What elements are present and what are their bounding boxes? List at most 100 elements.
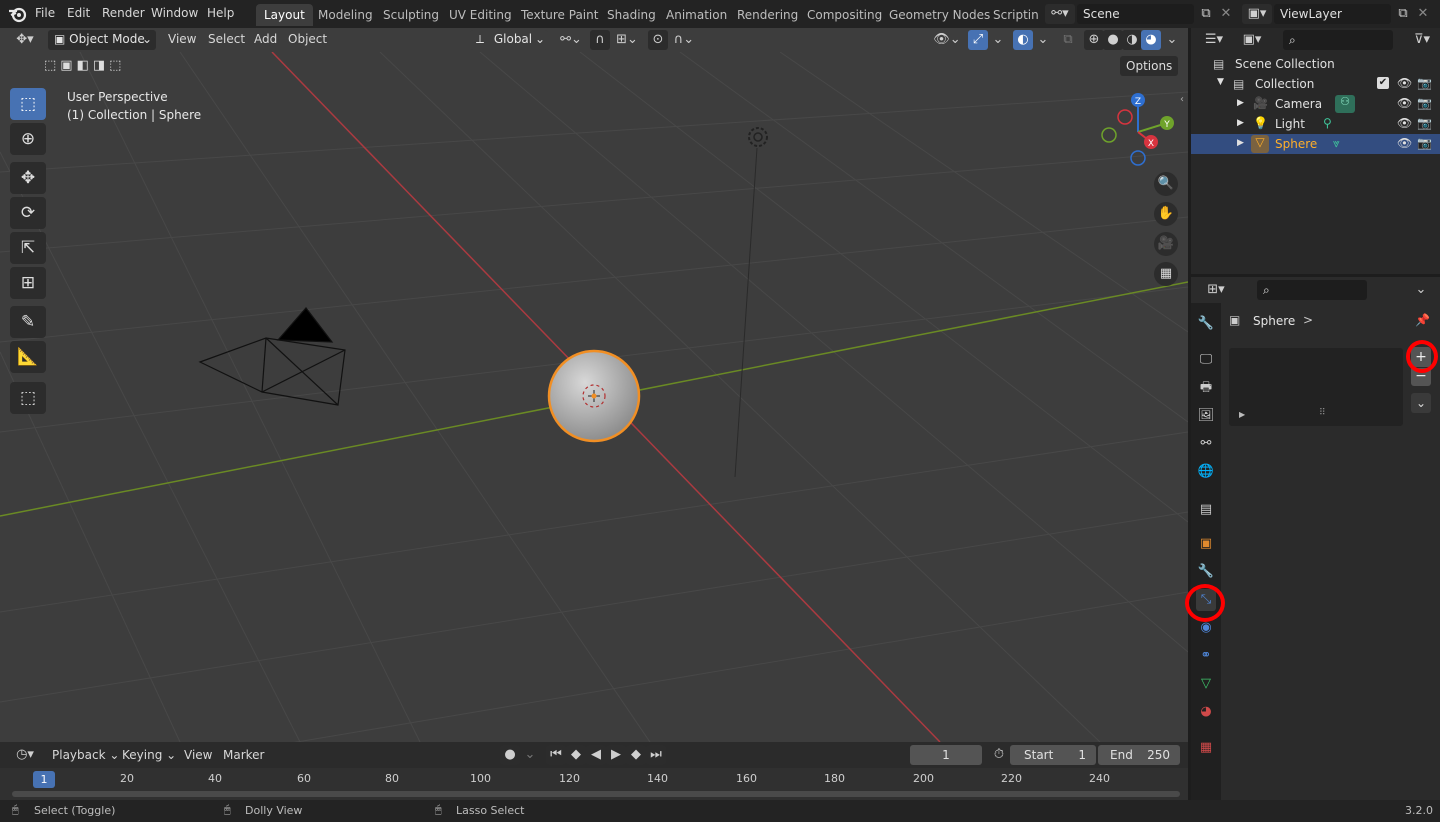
- editor-type-icon[interactable]: ✥▾: [10, 30, 40, 50]
- material-preview-icon[interactable]: ◑: [1122, 30, 1142, 50]
- play-icon[interactable]: ▶: [606, 745, 626, 765]
- timeline-view-menu[interactable]: View: [184, 748, 212, 762]
- ortho-toggle-icon[interactable]: ▦: [1154, 262, 1178, 286]
- record-keyframe-icon[interactable]: ●: [500, 745, 520, 765]
- pin-icon[interactable]: 📌: [1415, 313, 1430, 327]
- display-mode-icon[interactable]: ▣▾: [1237, 30, 1267, 50]
- viewlayer-name-field[interactable]: ViewLayer: [1274, 4, 1391, 24]
- timeline-scrollbar[interactable]: [12, 791, 1180, 797]
- specials-menu-icon[interactable]: ⌄: [1411, 393, 1431, 413]
- rotate-tool-icon[interactable]: ⟳: [10, 197, 46, 229]
- tab-scripting[interactable]: Scripting: [985, 4, 1039, 26]
- navigation-gizmo[interactable]: Z Y X: [1096, 90, 1180, 174]
- marker-menu[interactable]: Marker: [223, 748, 264, 762]
- checkbox-icon[interactable]: ✔: [1377, 77, 1389, 89]
- play-reverse-icon[interactable]: ◀: [586, 745, 606, 765]
- world-tab-icon[interactable]: 🌐: [1196, 461, 1216, 483]
- tab-texture-paint[interactable]: Texture Paint: [513, 4, 606, 26]
- pan-hand-icon[interactable]: ✋: [1154, 202, 1178, 226]
- jump-end-icon[interactable]: ⏭: [646, 745, 666, 765]
- falloff-icon[interactable]: ∩⌄: [670, 30, 698, 50]
- collection-tab-icon[interactable]: ▤: [1196, 499, 1216, 521]
- delete-viewlayer-icon[interactable]: ✕: [1413, 4, 1433, 24]
- scene-tab-icon[interactable]: ⚯: [1196, 433, 1216, 455]
- camera-render-icon[interactable]: 📷: [1417, 96, 1432, 110]
- outliner-scene-collection[interactable]: ▤ Scene Collection: [1191, 54, 1440, 74]
- current-frame-field[interactable]: 1: [910, 745, 982, 765]
- options-button[interactable]: Options: [1120, 56, 1179, 76]
- outliner-item-camera[interactable]: ▶ 🎥 Camera ⚇ 👁 📷: [1191, 94, 1440, 114]
- tool-tab-icon[interactable]: 🔧: [1196, 313, 1216, 335]
- next-keyframe-icon[interactable]: ◆: [626, 745, 646, 765]
- new-viewlayer-icon[interactable]: ⧉: [1393, 4, 1413, 24]
- modifier-tab-icon[interactable]: 🔧: [1196, 561, 1216, 583]
- measure-tool-icon[interactable]: 📐: [10, 341, 46, 373]
- rendered-shading-icon[interactable]: ◕: [1141, 30, 1161, 50]
- properties-options-icon[interactable]: ⌄: [1411, 280, 1431, 300]
- tab-compositing[interactable]: Compositing: [799, 4, 890, 26]
- solid-shading-icon[interactable]: ●: [1103, 30, 1123, 50]
- visibility-icon[interactable]: 👁⌄: [932, 30, 962, 50]
- object-tab-icon[interactable]: ▣: [1196, 533, 1216, 555]
- mesh-data-tab-icon[interactable]: ▽: [1196, 673, 1216, 695]
- 3d-viewport[interactable]: ⬚▣◧◨⬚ Options User Perspective (1) Colle…: [0, 52, 1188, 742]
- tab-modeling[interactable]: Modeling: [310, 4, 381, 26]
- collapse-sidebar-icon[interactable]: ‹: [1180, 94, 1184, 105]
- delete-scene-icon[interactable]: ✕: [1216, 4, 1236, 24]
- list-expand-icon[interactable]: ▶: [1239, 410, 1245, 419]
- keying-set-icon[interactable]: ⌄: [520, 745, 540, 765]
- menu-edit[interactable]: Edit: [67, 6, 90, 20]
- add-menu[interactable]: Add: [254, 32, 277, 46]
- proportional-editing-icon[interactable]: ⊙: [648, 30, 668, 50]
- transform-tool-icon[interactable]: ⊞: [10, 267, 46, 299]
- select-box-mode-icons[interactable]: ⬚▣◧◨⬚: [44, 58, 140, 76]
- light-data-icon[interactable]: ⚲: [1323, 116, 1332, 130]
- texture-tab-icon[interactable]: ▦: [1196, 737, 1216, 759]
- menu-render[interactable]: Render: [102, 6, 145, 20]
- camera-data-icon[interactable]: ⚇: [1335, 95, 1355, 113]
- keying-menu[interactable]: Keying ⌄: [122, 748, 176, 762]
- move-tool-icon[interactable]: ✥: [10, 162, 46, 194]
- view-menu[interactable]: View: [168, 32, 196, 46]
- eye-icon[interactable]: 👁: [1397, 96, 1412, 110]
- mesh-data-icon[interactable]: ⩔: [1333, 136, 1340, 151]
- expand-arrow-icon[interactable]: ▼: [1217, 77, 1224, 87]
- playhead-frame-indicator[interactable]: 1: [33, 771, 55, 788]
- view-layer-tab-icon[interactable]: 🖼: [1196, 405, 1216, 427]
- object-menu[interactable]: Object: [288, 32, 327, 46]
- select-box-tool-icon[interactable]: ⬚: [10, 88, 46, 120]
- snap-toggle-icon[interactable]: ∩: [590, 30, 610, 50]
- render-tab-icon[interactable]: 🖵: [1196, 349, 1216, 371]
- new-scene-icon[interactable]: ⧉: [1196, 4, 1216, 24]
- output-tab-icon[interactable]: 🖶: [1196, 377, 1216, 399]
- tab-geometry-nodes[interactable]: Geometry Nodes: [881, 4, 998, 26]
- gizmo-toggle-icon[interactable]: ⤢: [968, 30, 988, 50]
- expand-arrow-icon[interactable]: ▶: [1237, 98, 1244, 108]
- object-mode-dropdown[interactable]: ▣ Object Mode ⌄: [48, 30, 156, 50]
- xray-toggle-icon[interactable]: ⧉: [1058, 30, 1078, 50]
- snap-target-icon[interactable]: ⊞⌄: [612, 30, 642, 50]
- outliner-editor-type-icon[interactable]: ☰▾: [1199, 30, 1229, 50]
- cursor-tool-icon[interactable]: ⊕: [10, 123, 46, 155]
- list-resize-handle-icon[interactable]: ⠿: [1319, 408, 1326, 418]
- tab-animation[interactable]: Animation: [658, 4, 735, 26]
- add-cube-tool-icon[interactable]: ⬚: [10, 382, 46, 414]
- outliner-collection[interactable]: ▼ ▤ Collection ✔ 👁 📷: [1191, 74, 1440, 94]
- tab-layout[interactable]: Layout: [256, 4, 313, 26]
- outliner-item-sphere[interactable]: ▶ ▽ Sphere ⩔ 👁 📷: [1191, 134, 1440, 154]
- eye-icon[interactable]: 👁: [1397, 76, 1412, 90]
- menu-window[interactable]: Window: [151, 6, 198, 20]
- camera-render-icon[interactable]: 📷: [1417, 136, 1432, 150]
- zoom-icon[interactable]: 🔍: [1154, 172, 1178, 196]
- camera-view-icon[interactable]: 🎥: [1154, 232, 1178, 256]
- eye-icon[interactable]: 👁: [1397, 116, 1412, 130]
- expand-arrow-icon[interactable]: ▶: [1237, 118, 1244, 128]
- select-menu[interactable]: Select: [208, 32, 245, 46]
- expand-arrow-icon[interactable]: ▶: [1237, 138, 1244, 148]
- overlays-toggle-icon[interactable]: ◐: [1013, 30, 1033, 50]
- gizmo-dropdown-icon[interactable]: ⌄: [988, 30, 1008, 50]
- start-frame-field[interactable]: Start 1: [1010, 745, 1096, 765]
- jump-start-icon[interactable]: ⏮: [546, 745, 566, 765]
- tab-uv-editing[interactable]: UV Editing: [441, 4, 520, 26]
- camera-render-icon[interactable]: 📷: [1417, 76, 1432, 90]
